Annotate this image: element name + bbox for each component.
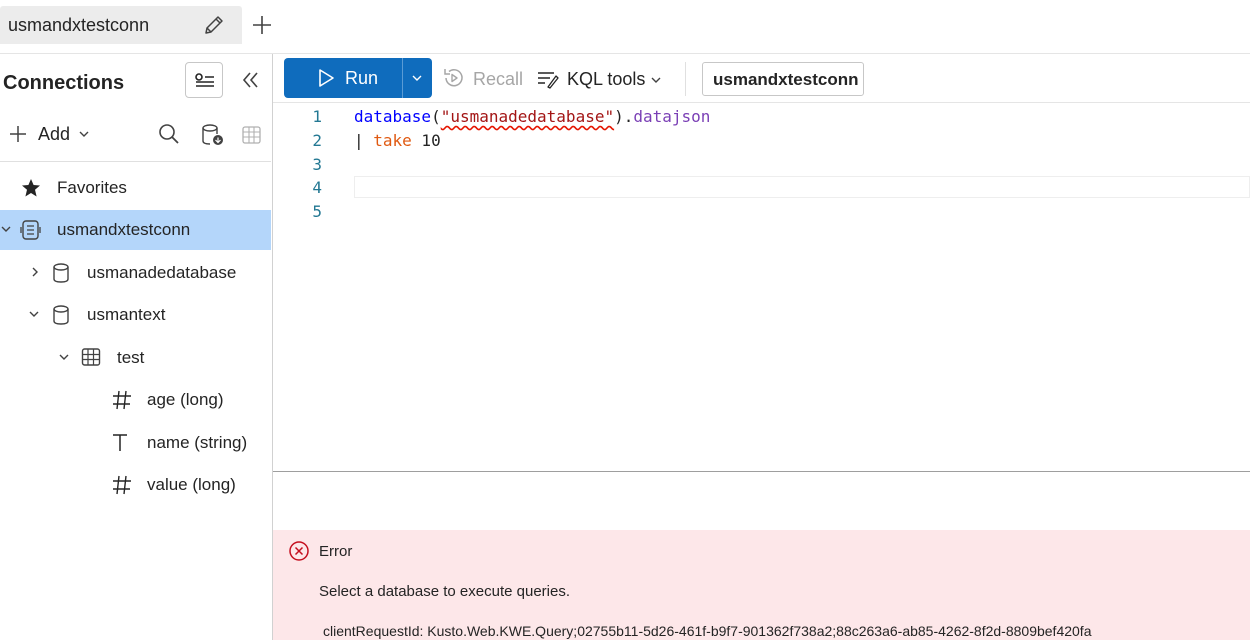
chevron-down-icon[interactable] xyxy=(28,309,40,319)
tree-item-cluster[interactable]: usmandxtestconn xyxy=(0,210,271,250)
chevron-right-icon[interactable] xyxy=(30,266,40,278)
run-split-divider xyxy=(402,58,403,98)
run-label: Run xyxy=(345,68,379,88)
line-number: 5 xyxy=(312,202,322,221)
error-message: Select a database to execute queries. xyxy=(319,583,571,600)
table-grid-icon[interactable] xyxy=(241,124,263,146)
code-line-2: | take 10 xyxy=(354,131,441,150)
tree-item-column-age[interactable]: age (long) xyxy=(0,380,271,420)
connections-title: Connections xyxy=(3,72,125,94)
editor-results-splitter[interactable] xyxy=(273,471,1250,472)
add-button[interactable]: Add xyxy=(5,120,95,148)
tree-item-label: age (long) xyxy=(147,390,224,409)
code-keyword: take xyxy=(373,131,412,150)
connection-context-selector[interactable]: usmandxtestconn xyxy=(702,62,864,96)
star-icon xyxy=(21,178,41,198)
error-circle-icon xyxy=(288,540,310,562)
tree-item-database-usmanadedatabase[interactable]: usmanadedatabase xyxy=(0,253,271,293)
kql-tools-label: KQL tools xyxy=(567,69,646,89)
pencil-icon[interactable] xyxy=(202,15,226,37)
code-punctuation: ( xyxy=(431,107,441,126)
chevron-down-icon[interactable] xyxy=(58,352,70,362)
search-icon[interactable] xyxy=(158,123,180,145)
current-line-highlight xyxy=(354,176,1250,198)
database-icon xyxy=(51,262,71,284)
error-title: Error xyxy=(319,543,353,560)
chevron-down-icon[interactable] xyxy=(411,73,423,83)
table-icon xyxy=(81,347,101,367)
query-editor[interactable]: 1 2 3 4 5 database("usmanadedatabase").d… xyxy=(273,103,1250,471)
recall-icon xyxy=(442,66,466,90)
code-function: database xyxy=(354,107,432,126)
tree-item-label: Favorites xyxy=(57,178,127,197)
recall-button[interactable]: Recall xyxy=(442,66,524,92)
panel-divider xyxy=(0,161,271,162)
tree-item-label: usmantext xyxy=(87,305,166,324)
collapse-panel-icon[interactable] xyxy=(240,69,262,91)
line-number: 3 xyxy=(312,155,322,174)
code-pipe: | xyxy=(354,131,374,150)
database-add-icon[interactable] xyxy=(201,123,225,147)
line-number: 2 xyxy=(312,131,322,150)
filter-button[interactable] xyxy=(185,62,223,98)
tree-item-table-test[interactable]: test xyxy=(0,338,271,378)
toolbar-separator xyxy=(685,62,686,96)
tree-item-label: value (long) xyxy=(147,475,236,494)
connections-panel: Connections Add Favorites usmandxtestcon… xyxy=(0,54,273,640)
error-request-id: clientRequestId: Kusto.Web.KWE.Query;027… xyxy=(323,623,1092,639)
plus-icon xyxy=(253,16,271,34)
query-tab-label: usmandxtestconn xyxy=(8,15,150,35)
tree-item-label: name (string) xyxy=(147,433,248,452)
play-icon xyxy=(316,68,336,88)
line-number: 1 xyxy=(312,107,322,126)
new-tab-button[interactable] xyxy=(250,13,274,37)
tree-item-label: usmanadedatabase xyxy=(87,263,237,282)
error-panel: Error Select a database to execute queri… xyxy=(273,530,1250,640)
tree-item-label: usmandxtestconn xyxy=(57,220,191,239)
hash-icon xyxy=(111,389,133,411)
chevron-down-icon xyxy=(78,129,90,139)
code-line-1: database("usmanadedatabase").datajson xyxy=(354,107,710,126)
run-button[interactable]: Run xyxy=(284,58,432,98)
hash-icon xyxy=(111,474,133,496)
tree-item-column-value[interactable]: value (long) xyxy=(0,465,271,505)
cluster-icon xyxy=(20,219,42,241)
tree-item-database-usmantext[interactable]: usmantext xyxy=(0,295,271,335)
query-tab[interactable]: usmandxtestconn xyxy=(0,6,242,44)
plus-icon xyxy=(8,124,28,144)
database-icon xyxy=(51,304,71,326)
kql-tools-button[interactable]: KQL tools xyxy=(536,66,666,92)
chevron-down-icon xyxy=(650,75,662,85)
code-punctuation: ). xyxy=(614,107,634,126)
code-property: datajson xyxy=(633,107,711,126)
recall-label: Recall xyxy=(473,69,524,89)
code-string-error: "usmanadedatabase" xyxy=(440,107,615,126)
connection-context-label: usmandxtestconn xyxy=(713,70,859,89)
tree-item-label: test xyxy=(117,348,145,367)
add-label: Add xyxy=(38,124,71,144)
tree-item-favorites[interactable]: Favorites xyxy=(0,168,271,208)
chevron-down-icon[interactable] xyxy=(0,224,12,234)
kql-tools-icon xyxy=(536,68,560,90)
line-number: 4 xyxy=(312,178,322,197)
tree-item-column-name[interactable]: name (string) xyxy=(0,423,271,463)
text-type-icon xyxy=(110,432,130,454)
filter-list-icon xyxy=(194,70,216,92)
code-number: 10 xyxy=(411,131,441,150)
